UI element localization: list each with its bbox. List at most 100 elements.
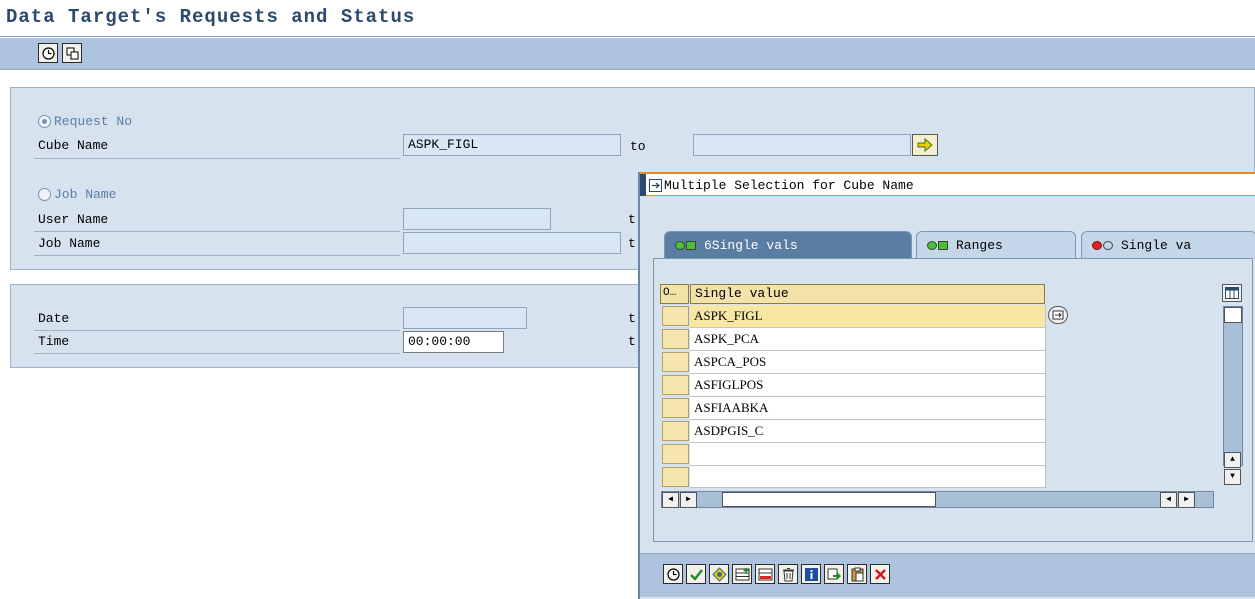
date-input[interactable]	[403, 307, 527, 329]
tab-single-vals-excluded-label: Single va	[1121, 237, 1192, 253]
execute-button[interactable]	[663, 564, 683, 584]
green-status-icon	[927, 240, 948, 250]
request-no-radio[interactable]	[38, 115, 51, 128]
column-config-button[interactable]	[1222, 284, 1242, 302]
checkmark-icon	[689, 568, 703, 581]
row-selector[interactable]	[662, 444, 689, 464]
tab-single-values[interactable]: 6Single vals	[664, 231, 912, 258]
row-selector[interactable]	[662, 375, 689, 395]
tab-ranges[interactable]: Ranges	[916, 231, 1076, 258]
multiple-selection-footer-button[interactable]	[709, 564, 729, 584]
paste-icon	[851, 567, 863, 581]
row-selector[interactable]	[662, 306, 689, 326]
title-divider	[0, 36, 1255, 37]
copy-icon	[66, 47, 78, 59]
row-selector[interactable]	[662, 329, 689, 349]
job-name-input[interactable]	[403, 232, 621, 254]
red-status-icon	[1092, 240, 1113, 250]
horizontal-scroll-thumb[interactable]	[722, 492, 936, 507]
triangle-down-icon: ▼	[1230, 472, 1235, 481]
time-underline	[34, 353, 400, 354]
time-to-label: t	[628, 334, 636, 349]
multiple-selection-icon	[711, 566, 727, 582]
insert-row-icon	[735, 567, 749, 580]
job-name-underline	[34, 255, 400, 256]
date-to-label: t	[628, 311, 636, 326]
scroll-right-button-2[interactable]: ▶	[1178, 492, 1195, 508]
tab-ranges-label: Ranges	[956, 237, 1003, 253]
cancel-icon	[874, 568, 886, 580]
row-selector[interactable]	[662, 421, 689, 441]
execute-icon	[666, 567, 680, 581]
insert-row-button[interactable]	[732, 564, 752, 584]
confirm-button[interactable]	[686, 564, 706, 584]
triangle-up-icon: ▲	[1230, 455, 1235, 464]
green-status-icon	[675, 240, 696, 250]
cube-name-from-input[interactable]: ASPK_FIGL	[403, 134, 621, 156]
job-name-to-label: t	[628, 236, 636, 251]
trash-icon	[782, 567, 794, 581]
scroll-left-button-2[interactable]: ◀	[1160, 492, 1177, 508]
user-name-underline	[34, 231, 400, 232]
dialog-accent-bar	[640, 174, 646, 198]
table-row[interactable]: ASFIAABKA	[690, 397, 1046, 420]
table-row[interactable]: ASDPGIS_C	[690, 420, 1046, 443]
triangle-right-icon: ▶	[686, 495, 691, 504]
date-underline	[34, 330, 400, 331]
import-button[interactable]	[824, 564, 844, 584]
window-icon	[649, 179, 662, 192]
execute-button[interactable]	[38, 43, 58, 63]
scroll-right-button[interactable]: ▶	[680, 492, 697, 508]
cube-name-label: Cube Name	[38, 138, 109, 153]
table-row[interactable]: ASPK_PCA	[690, 328, 1046, 351]
job-name-radio[interactable]	[38, 188, 51, 201]
execute-icon	[41, 46, 55, 60]
tab-single-values-label: 6Single vals	[704, 237, 798, 253]
user-name-to-label: t	[628, 212, 636, 227]
import-icon	[827, 568, 841, 580]
page-title: Data Target's Requests and Status	[6, 6, 416, 28]
multiple-selection-button[interactable]	[912, 134, 938, 156]
table-row[interactable]: ASPCA_POS	[690, 351, 1046, 374]
delete-all-button[interactable]	[778, 564, 798, 584]
triangle-right-icon: ▶	[1184, 495, 1189, 504]
row-selector[interactable]	[662, 398, 689, 418]
cube-name-underline	[34, 158, 400, 159]
column-select-header[interactable]: O…	[660, 284, 689, 304]
delete-row-button[interactable]	[755, 564, 775, 584]
row-selector[interactable]	[662, 467, 689, 487]
vertical-scroll-thumb[interactable]	[1224, 307, 1242, 323]
table-row[interactable]: ASFIGLPOS	[690, 374, 1046, 397]
time-input[interactable]: 00:00:00	[403, 331, 504, 353]
info-button[interactable]	[801, 564, 821, 584]
scroll-up-button[interactable]: ▲	[1224, 452, 1241, 468]
scroll-left-button[interactable]: ◀	[662, 492, 679, 508]
copy-button[interactable]	[62, 43, 82, 63]
job-name-radio-label: Job Name	[54, 187, 117, 202]
table-row[interactable]: ASPK_FIGL	[690, 305, 1046, 328]
cancel-button[interactable]	[870, 564, 890, 584]
table-row[interactable]	[690, 466, 1046, 488]
time-label: Time	[38, 334, 70, 349]
triangle-left-icon: ◀	[1166, 495, 1171, 504]
table-row[interactable]	[690, 443, 1046, 466]
request-no-label: Request No	[54, 114, 133, 129]
user-name-input[interactable]	[403, 208, 551, 230]
vertical-scrollbar[interactable]	[1223, 306, 1243, 466]
row-selector[interactable]	[662, 352, 689, 372]
table-settings-icon	[1225, 287, 1239, 299]
dialog-titlebar[interactable]: Multiple Selection for Cube Name	[640, 172, 1255, 198]
cube-name-to-input[interactable]	[693, 134, 911, 156]
user-name-label: User Name	[38, 212, 109, 227]
paste-button[interactable]	[847, 564, 867, 584]
triangle-left-icon: ◀	[668, 495, 673, 504]
dialog-title: Multiple Selection for Cube Name	[664, 178, 914, 193]
multiple-selection-round-button[interactable]	[1048, 306, 1068, 324]
scroll-down-button[interactable]: ▼	[1224, 469, 1241, 485]
tab-single-vals-excluded[interactable]: Single va	[1081, 231, 1255, 258]
single-value-column-header[interactable]: Single value	[690, 284, 1045, 304]
arrow-right-icon	[917, 138, 933, 152]
application-toolbar	[0, 38, 1255, 70]
delete-row-icon	[758, 568, 772, 580]
date-label: Date	[38, 311, 70, 326]
